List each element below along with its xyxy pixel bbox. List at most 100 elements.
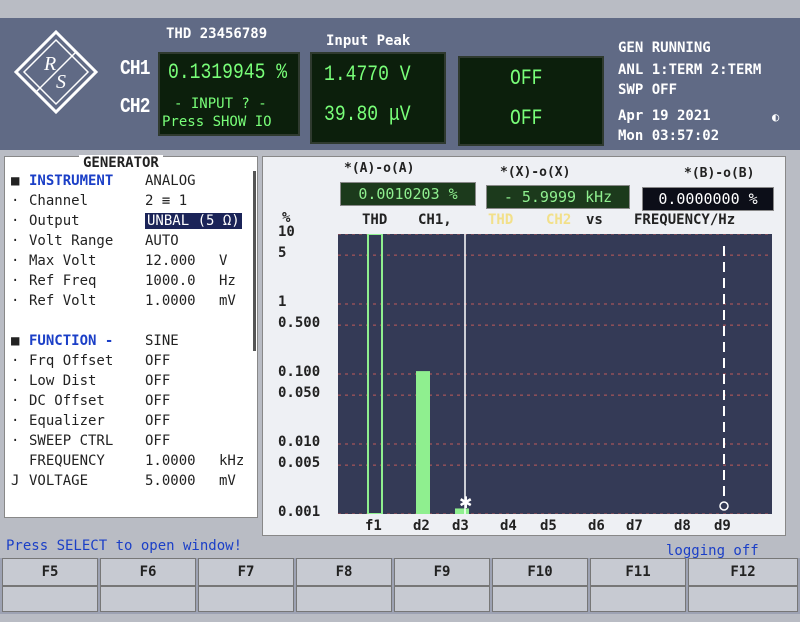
generator-scrollbar[interactable] (253, 171, 256, 351)
sweep-status: SWP OFF (618, 82, 678, 98)
fkey-f8[interactable]: F8 (296, 558, 392, 586)
fkey-lower-f7[interactable] (198, 586, 294, 612)
channel-label: Channel (29, 193, 89, 209)
fkey-lower-f5[interactable] (2, 586, 98, 612)
channel-value: 2 ≡ 1 (145, 193, 188, 209)
ch1-label: CH1 (120, 58, 150, 81)
thd-spectrum-chart: ✱ (338, 234, 772, 514)
ref-freq-value: 1000.0 (145, 273, 196, 289)
y-tick-label: 0.001 (278, 504, 321, 520)
x-tick-label-d7: d7 (626, 518, 643, 534)
ref-volt-value: 1.0000 (145, 293, 196, 309)
sweep-ctrl-label: SWEEP CTRL (29, 433, 114, 449)
legend-vs: vs (586, 212, 603, 228)
sweep-ctrl-value: OFF (145, 433, 171, 449)
fkey-f12[interactable]: F12 (688, 558, 798, 586)
ch2-input-message: - INPUT ? - (174, 96, 267, 112)
fkey-f6[interactable]: F6 (100, 558, 196, 586)
y-tick-label: 0.500 (278, 315, 321, 332)
fkey-lower-f8[interactable] (296, 586, 392, 612)
ch2-label: CH2 (120, 96, 150, 119)
fkey-lower-f6[interactable] (100, 586, 196, 612)
x-tick-label-d4: d4 (500, 518, 517, 534)
fkey-f10[interactable]: F10 (492, 558, 588, 586)
generator-panel[interactable]: GENERATOR ■ INSTRUMENT ANALOG · Channel … (4, 155, 258, 518)
activity-icon: ◐ (772, 110, 780, 124)
y-tick-label: 0.005 (278, 455, 321, 472)
third-ch1-value: OFF (510, 66, 543, 91)
y-tick-label: 5 (278, 245, 287, 262)
thd-title: THD 23456789 (166, 26, 268, 42)
instrument-label: INSTRUMENT (29, 173, 114, 189)
frequency-unit: kHz (219, 453, 245, 469)
output-label: Output (29, 213, 80, 229)
voltage-value: 5.0000 (145, 473, 196, 489)
svg-text:S: S (56, 71, 66, 93)
dc-offset-label: DC Offset (29, 393, 105, 409)
frq-offset-label: Frq Offset (29, 353, 114, 369)
rs-logo: R S (14, 30, 98, 114)
thd-display: 0.1319945 % - INPUT ? - Press SHOW IO (158, 52, 300, 136)
output-value[interactable]: UNBAL (5 Ω) (145, 213, 242, 229)
fkey-f5[interactable]: F5 (2, 558, 98, 586)
voltage-unit: mV (219, 473, 236, 489)
max-volt-value: 12.000 (145, 253, 196, 269)
function-key-bar: F5 F6 F7 F8 F9 F10 F11 F12 (0, 558, 800, 614)
x-tick-label-d5: d5 (540, 518, 557, 534)
logging-status: logging off (666, 543, 759, 559)
ch2-show-io-message: Press SHOW IO (162, 114, 272, 130)
y-tick-label: 1 (278, 294, 287, 310)
input-peak-display: 1.4770 V 39.80 μV (310, 52, 446, 144)
ref-volt-unit: mV (219, 293, 236, 309)
fkey-f7[interactable]: F7 (198, 558, 294, 586)
peak-ch1-value: 1.4770 V (324, 62, 411, 87)
fkey-lower-f12[interactable] (688, 586, 798, 612)
generator-title: GENERATOR (79, 155, 163, 171)
x-tick-label-d6: d6 (588, 518, 605, 534)
frequency-label: FREQUENCY (29, 453, 105, 469)
y-tick-label: 0.010 (278, 434, 321, 450)
ref-freq-unit: Hz (219, 273, 236, 289)
fkey-lower-f10[interactable] (492, 586, 588, 612)
section-marker-icon: ■ (11, 173, 20, 189)
instrument-value: ANALOG (145, 173, 196, 189)
fkey-lower-f11[interactable] (590, 586, 686, 612)
cursor-x-value: - 5.9999 kHz (486, 185, 630, 209)
fkey-f11[interactable]: F11 (590, 558, 686, 586)
thd-value: 0.1319945 % (168, 60, 288, 85)
frequency-value: 1.0000 (145, 453, 196, 469)
bar-d2 (416, 371, 430, 514)
cursor-x-title: *(X)-o(X) (500, 165, 571, 180)
function-label: FUNCTION - (29, 333, 114, 349)
legend-ch2: CH2 (546, 212, 572, 228)
third-ch2-value: OFF (510, 106, 543, 131)
legend-thd-ch2: THD (488, 212, 514, 228)
x-tick-label-f1: f1 (365, 518, 382, 534)
analyzer-screen: R S THD 23456789 Input Peak CH1 CH2 0.13… (0, 0, 800, 622)
low-dist-value: OFF (145, 373, 171, 389)
section-marker-icon: ■ (11, 333, 20, 349)
frq-offset-value: OFF (145, 353, 171, 369)
hint-message: Press SELECT to open window! (6, 538, 243, 554)
equalizer-label: Equalizer (29, 413, 105, 429)
cursor-a-value: 0.0010203 % (340, 182, 476, 206)
voltage-label: VOLTAGE (29, 473, 89, 489)
cursor-b-value: 0.0000000 % (642, 187, 774, 211)
svg-text:R: R (43, 53, 56, 75)
voltage-marker: J (11, 473, 20, 489)
volt-range-label: Volt Range (29, 233, 114, 249)
max-volt-label: Max Volt (29, 253, 97, 269)
x-tick-label-d9: d9 (714, 518, 731, 534)
y-tick-label: 0.100 (278, 364, 321, 380)
fkey-lower-f9[interactable] (394, 586, 490, 612)
y-tick-label: 0.050 (278, 385, 321, 402)
legend-thd-ch1: THD (362, 212, 388, 228)
legend-ch1: CH1, (418, 212, 452, 228)
time: Mon 03:57:02 (618, 128, 720, 144)
x-tick-label-d8: d8 (674, 518, 691, 534)
function-value: SINE (145, 333, 179, 349)
ref-freq-label: Ref Freq (29, 273, 97, 289)
third-display: OFF OFF (458, 56, 604, 146)
fkey-f9[interactable]: F9 (394, 558, 490, 586)
x-tick-label-d3: d3 (452, 518, 469, 534)
